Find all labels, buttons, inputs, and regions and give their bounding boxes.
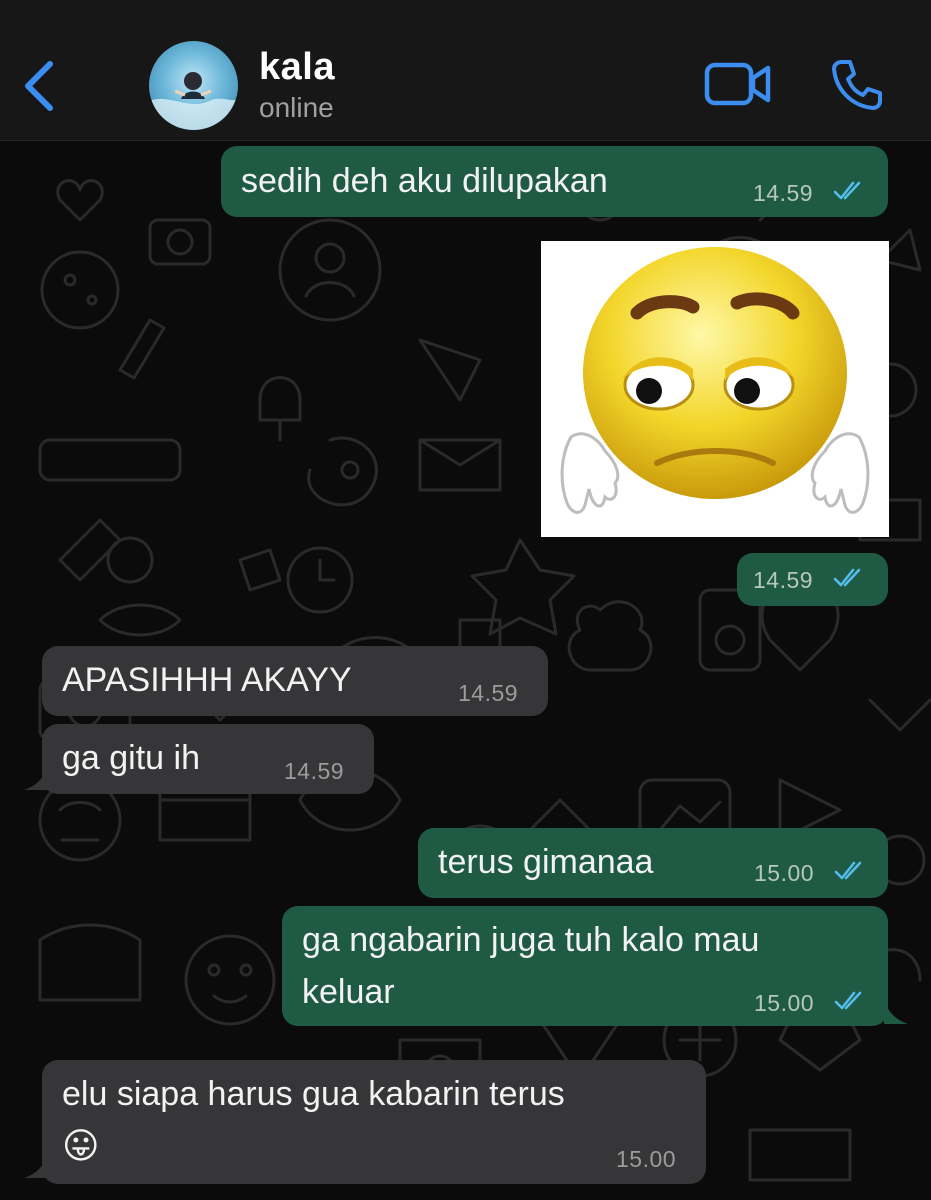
message-time: 15.00 [754,990,815,1016]
message-time: 14.59 [284,758,345,784]
message-text: sedih deh aku dilupakan [241,162,608,200]
message-bubble-outgoing[interactable]: terus gimanaa 15.00 [418,828,888,898]
message-text: ga gitu ih [62,739,200,777]
message-bubble-outgoing[interactable]: sedih deh aku dilupakan 14.59 [221,146,888,217]
message-time: 14.59 [753,180,814,206]
message-time: 14.59 [458,680,519,706]
chat-header: kala online [0,0,931,141]
message-text-line2: keluar [302,973,395,1011]
contact-avatar[interactable] [149,41,238,130]
message-text: ga ngabarin juga tuh kalo mau [302,921,760,959]
message-text: terus gimanaa [438,843,654,881]
message-bubble-incoming[interactable]: ga gitu ih 14.59 [42,724,374,794]
read-ticks-icon [833,568,861,587]
read-ticks-icon [833,181,861,200]
back-button[interactable] [20,58,60,114]
message-text: APASIHHH AKAYY [62,661,352,699]
voice-call-button[interactable] [830,58,884,112]
sad-emoji-icon [560,247,870,514]
bubble-tail [884,1000,908,1024]
sad-face-sticker[interactable] [541,241,889,537]
bubble-tail [24,1154,48,1178]
message-bubble-incoming[interactable]: APASIHHH AKAYY 14.59 [42,646,548,716]
sticker-time-bubble: 14.59 [737,553,888,606]
contact-name[interactable]: kala [259,46,335,89]
message-time: 14.59 [753,567,814,593]
bubble-tail [24,766,48,790]
avatar-photo [149,72,238,130]
phone-icon [832,60,882,110]
message-bubble-outgoing[interactable]: ga ngabarin juga tuh kalo mau keluar 15.… [282,906,888,1026]
message-bubble-incoming[interactable]: elu siapa harus gua kabarin terus 😛 15.0… [42,1060,706,1184]
contact-status: online [259,92,334,123]
message-time: 15.00 [616,1146,677,1172]
chevron-left-icon [25,61,53,111]
video-camera-icon [704,62,771,106]
video-call-button[interactable] [704,60,772,108]
message-text: elu siapa harus gua kabarin terus [62,1075,565,1113]
message-emoji: 😛 [62,1125,100,1166]
read-ticks-icon [834,861,862,880]
read-ticks-icon [834,991,862,1010]
message-time: 15.00 [754,860,815,886]
